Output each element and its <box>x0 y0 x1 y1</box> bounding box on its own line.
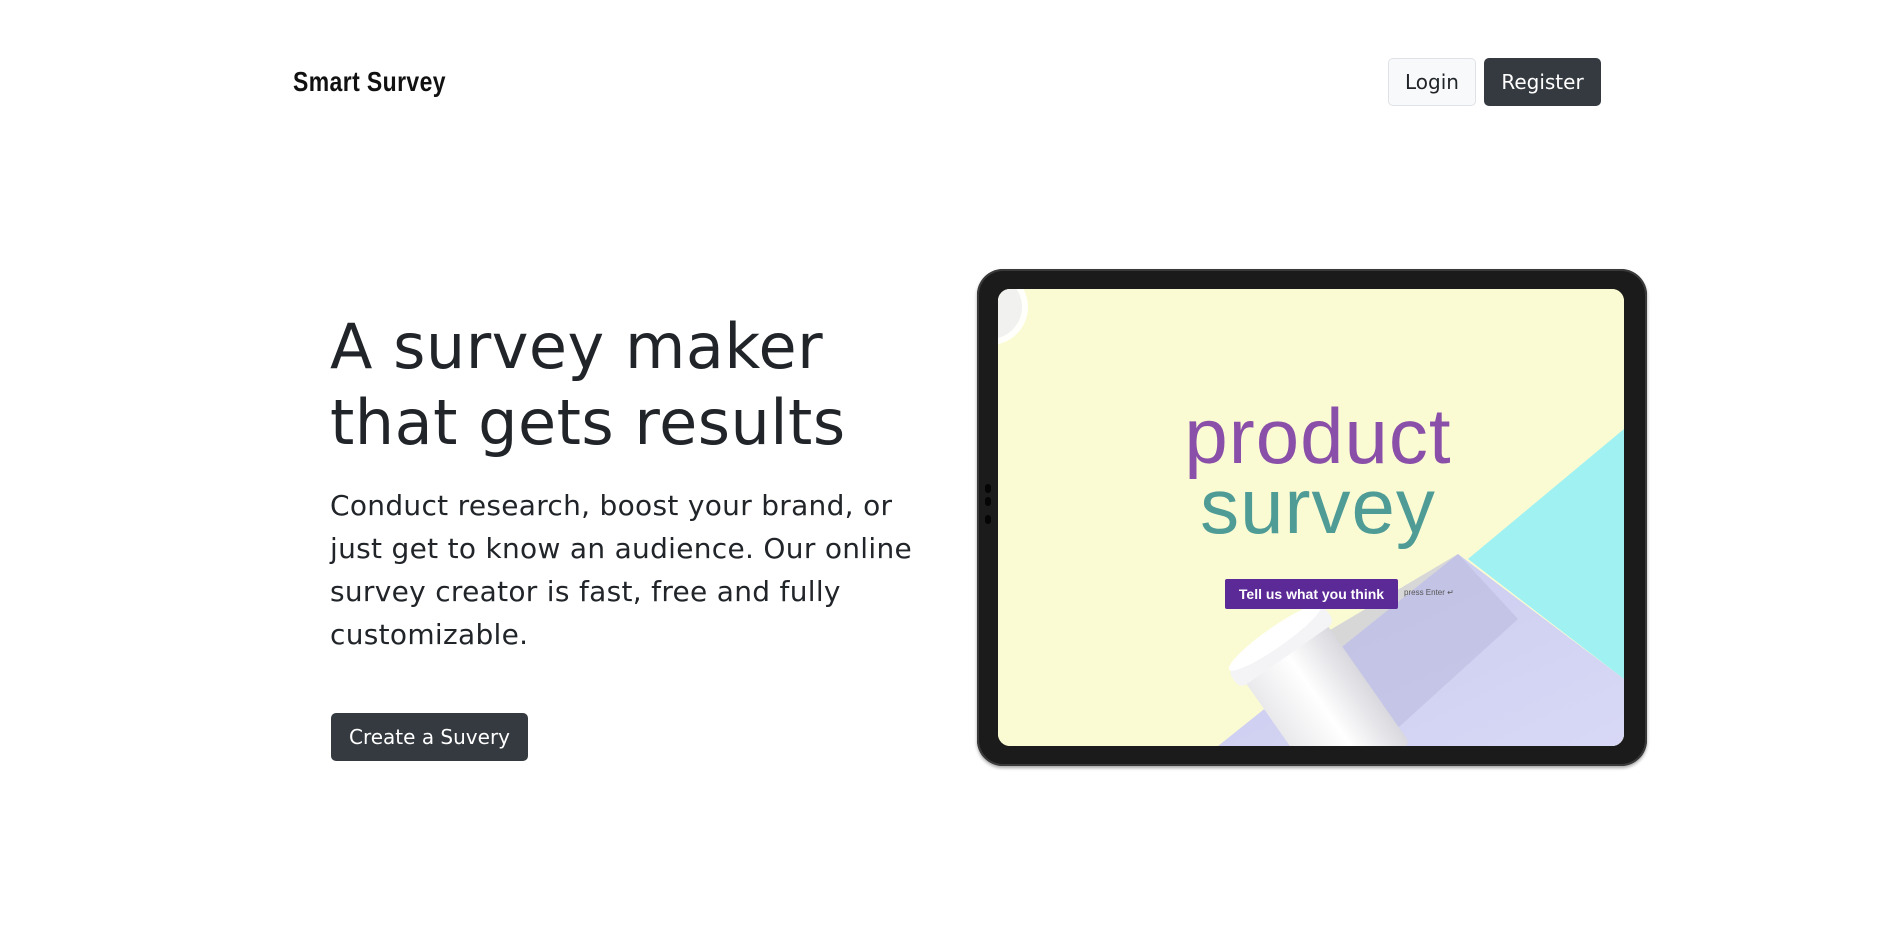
tablet-screen: product survey Tell us what you think pr… <box>998 289 1624 746</box>
tablet-camera-dot <box>985 484 991 493</box>
hero-title: A survey maker that gets results <box>330 310 846 459</box>
tablet-camera-dot <box>985 515 991 524</box>
landing-page: Smart Survey Login Register A survey mak… <box>0 0 1884 941</box>
hero-description: Conduct research, boost your brand, or j… <box>330 489 913 651</box>
mockup-title: product survey <box>1158 392 1478 550</box>
mockup-title-line2: survey <box>1200 462 1436 550</box>
login-button[interactable]: Login <box>1388 58 1476 106</box>
tablet-mockup-image: product survey Tell us what you think pr… <box>977 269 1647 766</box>
mockup-title-line1: product <box>1184 392 1452 480</box>
mockup-cta-button: Tell us what you think <box>1225 579 1398 609</box>
brand-logo[interactable]: Smart Survey <box>293 66 446 98</box>
mockup-enter-hint: press Enter ↵ <box>1404 588 1454 597</box>
tablet-camera-dot <box>985 497 991 506</box>
register-button[interactable]: Register <box>1484 58 1601 106</box>
create-survey-button[interactable]: Create a Suvery <box>331 713 528 761</box>
